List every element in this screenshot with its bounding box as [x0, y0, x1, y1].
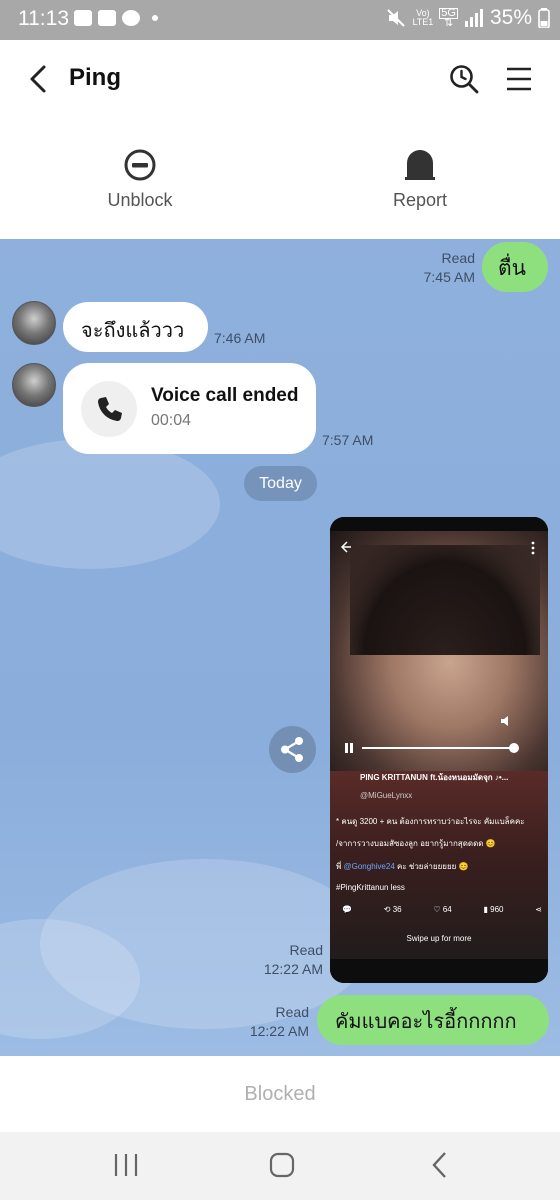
- screenshot-navbar: [330, 959, 548, 983]
- share-button[interactable]: [269, 726, 316, 773]
- system-back-icon[interactable]: [430, 1150, 450, 1180]
- battery-icon: [538, 8, 550, 28]
- voice-call-bubble[interactable]: Voice call ended 00:04: [63, 363, 316, 454]
- message-time: 7:46 AM: [214, 330, 266, 346]
- status-time: 11:13: [18, 7, 69, 30]
- screenshot-hashtag: #PingKrittanun less: [336, 883, 405, 892]
- screenshot-photo: [330, 531, 548, 771]
- report-button[interactable]: Report: [350, 148, 490, 211]
- menu-icon[interactable]: [506, 66, 532, 92]
- unblock-icon: [124, 149, 156, 181]
- screenshot-more-icon: [531, 541, 535, 555]
- screenshot-pause-icon: [345, 743, 353, 753]
- report-icon: [405, 150, 435, 180]
- screenshot-lower: [330, 771, 548, 983]
- screenshot-song: PING KRITTANUN ft.น้องหนอมมัดจุก ♪•...: [360, 773, 509, 782]
- screenshot-swipe: Swipe up for more: [406, 934, 472, 943]
- sent-message-bubble[interactable]: คัมแบคอะไรอี้กกกกก: [317, 995, 549, 1045]
- voice-call-title: Voice call ended: [151, 385, 299, 406]
- screenshot-caption: พี่ @Gonghive24 คะ ช่วยล่ายยยยย 😊: [336, 862, 469, 871]
- status-right: Vo) LTE1 5G ⇅ 35%: [386, 6, 550, 30]
- back-arrow-icon[interactable]: [26, 64, 52, 94]
- chat-header: Ping: [0, 40, 560, 118]
- search-history-icon[interactable]: [449, 64, 479, 94]
- screenshot-hair: [350, 545, 540, 655]
- more-notifications-dot: [152, 15, 158, 21]
- image-message[interactable]: PING KRITTANUN ft.น้องหนอมมัดจุก ♪•... @…: [330, 517, 548, 983]
- screenshot-stats: 💬 ⟲ 36 ♡ 64 ▮ 960 ⋖: [342, 905, 542, 914]
- youtube-icon: [74, 10, 92, 26]
- gallery-icon: [98, 10, 116, 26]
- read-receipt: Read 7:45 AM: [423, 250, 475, 285]
- voice-call-icon-wrap: [81, 381, 137, 437]
- share-icon: [281, 737, 303, 762]
- screenshot-statusbar: [330, 517, 548, 531]
- date-separator: Today: [244, 466, 317, 501]
- status-bar: 11:13 Vo) LTE1 5G ⇅ 35%: [0, 0, 560, 40]
- screenshot-progress-bar: [362, 747, 514, 749]
- voice-call-duration: 00:04: [151, 412, 192, 429]
- screenshot-caption: /จาการวางบอมสัซองลูก อยากรู้มากสุดดดด 😊: [336, 839, 496, 848]
- phone-icon: [97, 397, 122, 422]
- read-receipt: Read 12:22 AM: [249, 1004, 309, 1039]
- 5g-indicator: 5G ⇅: [439, 7, 458, 29]
- screenshot-caption: * คนดู 3200 + คน ต้องการทราบว่าอะไรจะ คั…: [336, 817, 525, 826]
- background-cloud: [0, 439, 220, 569]
- chat-title: Ping: [69, 64, 121, 91]
- unblock-label: Unblock: [107, 190, 173, 210]
- unblock-button[interactable]: Unblock: [70, 148, 210, 211]
- blocked-label: Blocked: [0, 1056, 560, 1132]
- screenshot-back-icon: [340, 541, 351, 553]
- chat-area[interactable]: Read 7:45 AM ตื่น จะถึงแล้ววว 7:46 AM Vo…: [0, 239, 560, 1056]
- screenshot-volume-icon: [501, 716, 508, 726]
- received-message-bubble[interactable]: จะถึงแล้ววว: [63, 302, 208, 352]
- mute-icon: [387, 9, 406, 27]
- notification-icons: [74, 10, 158, 26]
- read-receipt: Read 12:22 AM: [263, 942, 323, 977]
- home-icon[interactable]: [269, 1152, 295, 1178]
- screenshot-progress-knob: [509, 743, 519, 753]
- line-app-icon: [122, 10, 140, 26]
- contact-avatar[interactable]: [12, 363, 56, 407]
- report-label: Report: [392, 190, 448, 210]
- sent-message-bubble[interactable]: ตื่น: [482, 242, 548, 292]
- blocked-actions: Unblock Report: [0, 118, 560, 239]
- volte-indicator: Vo) LTE1: [412, 8, 434, 27]
- signal-icon: [464, 9, 483, 27]
- contact-avatar[interactable]: [12, 301, 56, 345]
- system-nav-bar: [0, 1132, 560, 1200]
- battery-level: 35%: [489, 6, 532, 29]
- message-time: 7:57 AM: [322, 432, 374, 448]
- recent-apps-icon[interactable]: [112, 1152, 140, 1178]
- screenshot-handle: @MiGueLynxx: [360, 791, 413, 800]
